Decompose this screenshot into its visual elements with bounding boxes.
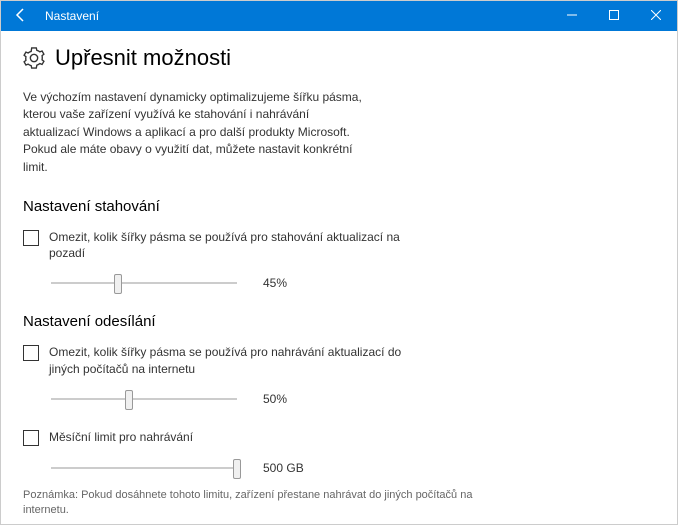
- download-limit-label: Omezit, kolik šířky pásma se používá pro…: [49, 229, 409, 261]
- page-description: Ve výchozím nastavení dynamicky optimali…: [23, 89, 363, 176]
- download-limit-row: Omezit, kolik šířky pásma se používá pro…: [23, 229, 655, 261]
- upload-section: Nastavení odesílání Omezit, kolik šířky …: [23, 313, 655, 477]
- download-heading: Nastavení stahování: [23, 198, 655, 215]
- page-title: Upřesnit možnosti: [55, 45, 231, 71]
- monthly-slider[interactable]: [51, 458, 237, 478]
- gear-icon: [23, 47, 45, 69]
- upload-slider-value: 50%: [263, 392, 287, 406]
- minimize-button[interactable]: [551, 1, 593, 31]
- monthly-slider-row: 500 GB: [51, 458, 655, 478]
- monthly-limit-row: Měsíční limit pro nahrávání: [23, 429, 655, 446]
- download-limit-checkbox[interactable]: [23, 230, 39, 246]
- monthly-slider-value: 500 GB: [263, 461, 304, 475]
- upload-heading: Nastavení odesílání: [23, 313, 655, 330]
- upload-limit-row: Omezit, kolik šířky pásma se používá pro…: [23, 344, 655, 376]
- limit-note: Poznámka: Pokud dosáhnete tohoto limitu,…: [23, 488, 483, 518]
- monthly-limit-checkbox[interactable]: [23, 430, 39, 446]
- maximize-button[interactable]: [593, 1, 635, 31]
- slider-thumb[interactable]: [114, 274, 122, 294]
- upload-slider[interactable]: [51, 389, 237, 409]
- upload-slider-row: 50%: [51, 389, 655, 409]
- download-slider-value: 45%: [263, 276, 287, 290]
- back-button[interactable]: [1, 7, 41, 26]
- slider-thumb[interactable]: [233, 459, 241, 479]
- download-section: Nastavení stahování Omezit, kolik šířky …: [23, 198, 655, 293]
- titlebar: Nastavení: [1, 1, 677, 31]
- content-area: Upřesnit možnosti Ve výchozím nastavení …: [1, 31, 677, 524]
- upload-limit-checkbox[interactable]: [23, 345, 39, 361]
- window-title: Nastavení: [41, 9, 551, 23]
- download-slider-row: 45%: [51, 273, 655, 293]
- upload-limit-label: Omezit, kolik šířky pásma se používá pro…: [49, 344, 409, 376]
- slider-thumb[interactable]: [125, 390, 133, 410]
- close-button[interactable]: [635, 1, 677, 31]
- page-header: Upřesnit možnosti: [23, 45, 655, 71]
- window-controls: [551, 1, 677, 31]
- monthly-limit-label: Měsíční limit pro nahrávání: [49, 429, 193, 445]
- download-slider[interactable]: [51, 273, 237, 293]
